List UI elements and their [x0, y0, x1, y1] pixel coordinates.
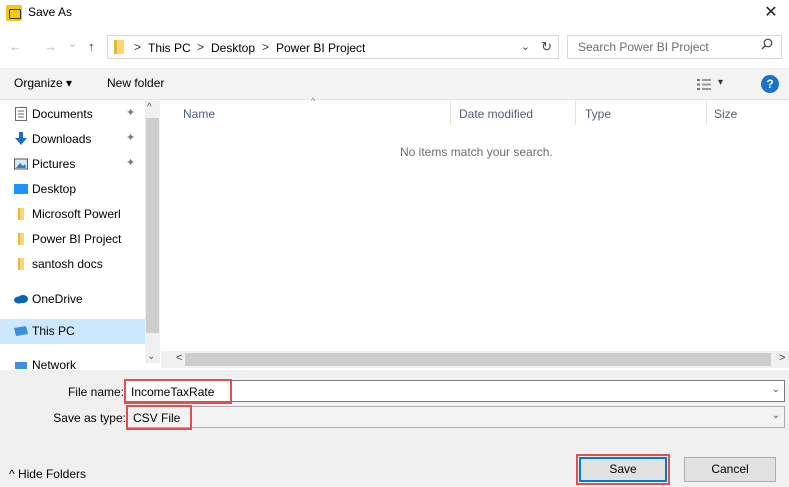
empty-message: No items match your search.	[400, 145, 553, 159]
sidebar-item-label: santosh docs	[32, 257, 103, 271]
breadcrumb-separator: >	[262, 40, 270, 54]
command-bar: Organize ▾ New folder ▾ ?	[0, 68, 789, 100]
onedrive-icon	[14, 295, 28, 304]
sidebar-item-power-bi-project[interactable]: Power BI Project	[0, 227, 145, 252]
recent-locations-icon[interactable]: ⌄	[68, 37, 77, 50]
documents-icon	[15, 107, 27, 121]
sidebar-scroll-thumb[interactable]	[146, 118, 159, 333]
sidebar-item-microsoft-powerl[interactable]: Microsoft Powerl	[0, 202, 145, 227]
sidebar-item-documents[interactable]: Documents ✦	[0, 102, 145, 127]
column-header-name[interactable]: Name	[183, 107, 215, 121]
scroll-up-icon[interactable]: ^	[147, 102, 152, 113]
sidebar-item-label: Documents	[32, 107, 93, 121]
pin-icon: ✦	[126, 107, 136, 119]
chevron-down-icon[interactable]: ⌄	[772, 410, 780, 421]
scroll-right-icon[interactable]: >	[779, 352, 785, 364]
search-input[interactable]: Search Power BI Project	[567, 35, 782, 59]
highlight-box	[576, 454, 670, 485]
file-name-label: File name:	[67, 385, 124, 399]
this-pc-icon	[14, 326, 28, 336]
refresh-icon[interactable]: ↻	[541, 39, 552, 55]
downloads-icon	[15, 132, 27, 145]
highlight-box	[126, 405, 192, 430]
horizontal-scroll-thumb[interactable]	[185, 353, 771, 366]
network-icon	[15, 362, 27, 369]
forward-arrow-icon[interactable]: →	[44, 39, 57, 54]
column-header-date-modified[interactable]: Date modified	[459, 107, 533, 121]
search-placeholder: Search Power BI Project	[578, 40, 709, 54]
help-icon[interactable]: ?	[761, 75, 779, 93]
folder-icon	[18, 233, 24, 245]
power-bi-app-icon	[6, 5, 22, 21]
address-dropdown-icon[interactable]: ⌄	[521, 40, 530, 53]
scroll-left-icon[interactable]: <	[176, 352, 182, 364]
pin-icon: ✦	[126, 157, 136, 169]
column-header-size[interactable]: Size	[714, 107, 737, 121]
address-bar[interactable]: > This PC > Desktop > Power BI Project ⌄…	[107, 35, 559, 59]
sidebar-item-onedrive[interactable]: OneDrive	[0, 287, 145, 312]
desktop-icon	[14, 184, 28, 194]
sidebar-item-santosh-docs[interactable]: santosh docs	[0, 252, 145, 277]
chevron-down-icon[interactable]: ⌄	[772, 384, 780, 395]
breadcrumb-power-bi-project[interactable]: Power BI Project	[276, 41, 365, 55]
cancel-button[interactable]: Cancel	[684, 457, 776, 482]
sort-indicator-icon: ^	[311, 96, 316, 106]
sidebar-item-downloads[interactable]: Downloads ✦	[0, 127, 145, 152]
new-folder-button[interactable]: New folder	[107, 76, 164, 90]
pictures-icon	[14, 158, 28, 170]
breadcrumb-this-pc[interactable]: This PC	[148, 41, 191, 55]
sidebar-item-label: Network	[32, 358, 77, 370]
title-bar: Save As ✕	[0, 0, 789, 30]
sidebar-item-this-pc[interactable]: This PC	[0, 319, 145, 344]
sidebar-item-label: Power BI Project	[32, 232, 122, 246]
folder-icon	[18, 258, 24, 270]
navigation-pane: Documents ✦ Downloads ✦ Pictures ✦ Deskt…	[0, 101, 160, 370]
sidebar-item-label: This PC	[32, 324, 75, 338]
sidebar-item-label: Desktop	[32, 182, 77, 196]
sidebar-item-label: Pictures	[32, 157, 76, 171]
save-as-type-select[interactable]: CSV File ⌄	[127, 406, 785, 428]
column-header-type[interactable]: Type	[585, 107, 611, 121]
view-dropdown-icon[interactable]: ▾	[718, 77, 723, 88]
column-divider[interactable]	[706, 101, 707, 125]
window-title: Save As	[28, 5, 73, 19]
search-icon[interactable]	[761, 38, 773, 50]
close-icon[interactable]: ✕	[761, 2, 781, 22]
view-options-icon[interactable]	[697, 79, 711, 90]
sidebar-item-desktop[interactable]: Desktop	[0, 177, 145, 202]
pin-icon: ✦	[126, 132, 136, 144]
breadcrumb-separator: >	[134, 40, 142, 54]
folder-icon	[18, 208, 24, 220]
breadcrumb-separator: >	[197, 40, 205, 54]
organize-button[interactable]: Organize ▾	[14, 76, 72, 90]
scroll-down-icon[interactable]: ⌄	[147, 351, 155, 362]
up-arrow-icon[interactable]: ↑	[88, 39, 95, 54]
file-list[interactable]	[161, 101, 789, 353]
sidebar-item-network[interactable]: Network	[0, 353, 145, 370]
column-divider[interactable]	[575, 101, 576, 125]
sidebar-item-label: OneDrive	[32, 292, 83, 306]
folder-icon	[114, 40, 124, 54]
breadcrumb-desktop[interactable]: Desktop	[211, 41, 255, 55]
sidebar-item-pictures[interactable]: Pictures ✦	[0, 152, 145, 177]
hide-folders-button[interactable]: ^ Hide Folders	[9, 467, 86, 481]
sidebar-item-label: Downloads	[32, 132, 92, 146]
sidebar-item-label: Microsoft Powerl	[32, 207, 121, 221]
highlight-box	[124, 379, 232, 404]
back-arrow-icon[interactable]: ←	[9, 39, 22, 54]
save-as-type-label: Save as type:	[53, 411, 126, 425]
column-divider[interactable]	[450, 101, 451, 125]
